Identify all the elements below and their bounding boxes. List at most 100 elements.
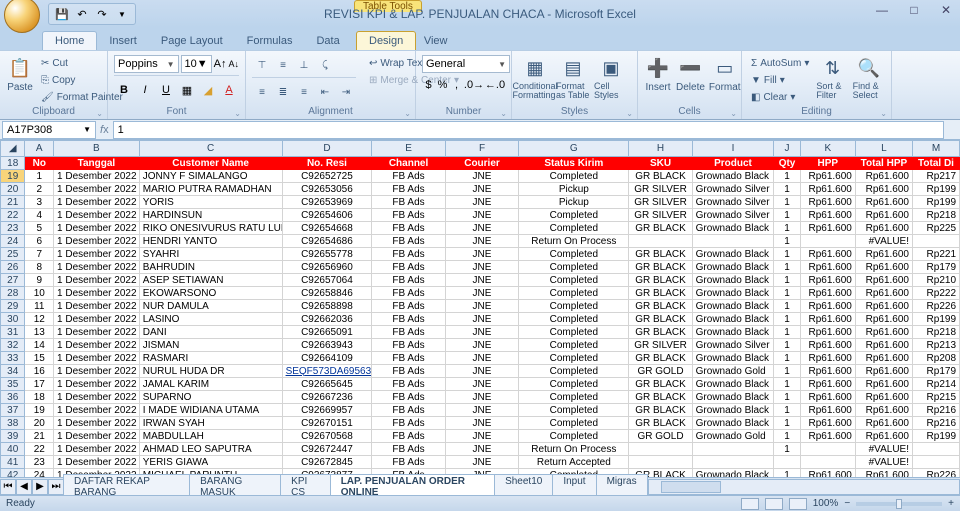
cell[interactable]: Rp61.600 [855, 248, 912, 261]
cell[interactable]: C92672845 [282, 456, 372, 469]
indent-decrease-icon[interactable]: ⇤ [315, 82, 335, 102]
maximize-button[interactable]: □ [904, 2, 924, 18]
ribbon-tab-data[interactable]: Data [304, 32, 351, 50]
cell[interactable]: JNE [445, 404, 518, 417]
cell[interactable]: 19 [25, 404, 54, 417]
cell[interactable]: JNE [445, 313, 518, 326]
cell[interactable]: GR SILVER [629, 339, 692, 352]
row-header-37[interactable]: 37 [1, 404, 25, 417]
increase-decimal-icon[interactable]: .0→ [464, 75, 484, 95]
cell[interactable]: 1 Desember 2022 [54, 170, 140, 183]
cell[interactable]: 11 [25, 300, 54, 313]
cell[interactable]: C92654668 [282, 222, 372, 235]
cell[interactable]: FB Ads [372, 209, 445, 222]
col-header-E[interactable]: E [372, 141, 445, 157]
cell[interactable]: Rp61.600 [800, 274, 855, 287]
cell[interactable]: 22 [25, 443, 54, 456]
zoom-in-button[interactable]: + [948, 498, 954, 509]
cell[interactable]: 1 Desember 2022 [54, 313, 140, 326]
cell[interactable]: FB Ads [372, 378, 445, 391]
col-header-F[interactable]: F [445, 141, 518, 157]
cell[interactable]: Grownado Black [692, 222, 774, 235]
ribbon-tab-home[interactable]: Home [42, 31, 97, 50]
cell[interactable]: 13 [25, 326, 54, 339]
bold-button[interactable]: B [114, 80, 134, 100]
cell[interactable]: JNE [445, 261, 518, 274]
cell[interactable]: Rp61.600 [800, 326, 855, 339]
cell[interactable]: 17 [25, 378, 54, 391]
cell[interactable]: 4 [25, 209, 54, 222]
cell[interactable]: FB Ads [372, 222, 445, 235]
cell[interactable]: 5 [25, 222, 54, 235]
cell[interactable]: #VALUE! [855, 456, 912, 469]
cell[interactable]: GR BLACK [629, 248, 692, 261]
cell[interactable]: C92669957 [282, 404, 372, 417]
cell[interactable]: JNE [445, 248, 518, 261]
cell[interactable]: 1 Desember 2022 [54, 365, 140, 378]
redo-icon[interactable]: ↷ [93, 5, 111, 23]
col-header-A[interactable]: A [25, 141, 54, 157]
cell[interactable]: Grownado Black [692, 326, 774, 339]
table-header-cell[interactable]: Customer Name [139, 157, 282, 170]
underline-button[interactable]: U [156, 80, 176, 100]
cell[interactable]: Grownado Silver [692, 339, 774, 352]
cell[interactable]: Rp208 [912, 352, 959, 365]
cell[interactable]: 8 [25, 261, 54, 274]
cell[interactable]: JNE [445, 339, 518, 352]
cell[interactable]: JNE [445, 274, 518, 287]
cell[interactable]: 1 [774, 417, 801, 430]
cell[interactable]: Grownado Black [692, 352, 774, 365]
cell[interactable]: FB Ads [372, 183, 445, 196]
cell[interactable]: 1 [774, 235, 801, 248]
cell[interactable] [692, 443, 774, 456]
align-bottom-icon[interactable]: ⊥ [294, 55, 314, 75]
row-header-36[interactable]: 36 [1, 391, 25, 404]
cell[interactable]: SEQF573DA695639 [282, 365, 372, 378]
cell[interactable]: GR BLACK [629, 417, 692, 430]
table-header-cell[interactable]: Status Kirim [519, 157, 629, 170]
formula-bar[interactable]: 1 [113, 121, 944, 139]
font-color-button[interactable]: A [219, 80, 239, 100]
cell[interactable]: 1 [774, 391, 801, 404]
cell[interactable]: #VALUE! [855, 443, 912, 456]
cell[interactable]: JNE [445, 352, 518, 365]
cell[interactable]: Rp214 [912, 378, 959, 391]
cell[interactable]: GR BLACK [629, 313, 692, 326]
cell[interactable]: FB Ads [372, 430, 445, 443]
percent-icon[interactable]: % [436, 75, 449, 95]
cell[interactable]: FB Ads [372, 170, 445, 183]
cell[interactable]: Return On Process [519, 443, 629, 456]
cell[interactable]: Rp61.600 [855, 183, 912, 196]
cell[interactable]: Rp61.600 [855, 352, 912, 365]
row-header-31[interactable]: 31 [1, 326, 25, 339]
cell[interactable]: 1 Desember 2022 [54, 235, 140, 248]
cell[interactable]: Return Accepted [519, 456, 629, 469]
row-header-39[interactable]: 39 [1, 430, 25, 443]
cell[interactable]: 1 [774, 261, 801, 274]
cell[interactable]: IRWAN SYAH [139, 417, 282, 430]
minimize-button[interactable]: — [872, 2, 892, 18]
cell[interactable]: 1 [774, 313, 801, 326]
cell[interactable]: GR GOLD [629, 430, 692, 443]
cell[interactable]: 1 Desember 2022 [54, 326, 140, 339]
cell[interactable]: Rp61.600 [855, 417, 912, 430]
cell[interactable]: 1 [774, 274, 801, 287]
cell[interactable]: 16 [25, 365, 54, 378]
cell[interactable]: 21 [25, 430, 54, 443]
table-header-cell[interactable]: Total Di [912, 157, 959, 170]
cell[interactable]: Return On Process [519, 235, 629, 248]
autosum-button[interactable]: ΣAutoSum▾ [748, 55, 812, 71]
cell[interactable]: 1 [774, 222, 801, 235]
row-header-33[interactable]: 33 [1, 352, 25, 365]
row-header-35[interactable]: 35 [1, 378, 25, 391]
horizontal-scrollbar[interactable] [648, 479, 960, 495]
cell[interactable] [629, 456, 692, 469]
cell[interactable]: 1 Desember 2022 [54, 222, 140, 235]
cell[interactable]: Completed [519, 248, 629, 261]
cell[interactable]: Rp218 [912, 209, 959, 222]
cell[interactable]: Rp61.600 [855, 274, 912, 287]
cell[interactable]: Rp221 [912, 248, 959, 261]
align-right-icon[interactable]: ≡ [294, 82, 314, 102]
cell[interactable]: FB Ads [372, 443, 445, 456]
ribbon-tab-insert[interactable]: Insert [97, 32, 149, 50]
